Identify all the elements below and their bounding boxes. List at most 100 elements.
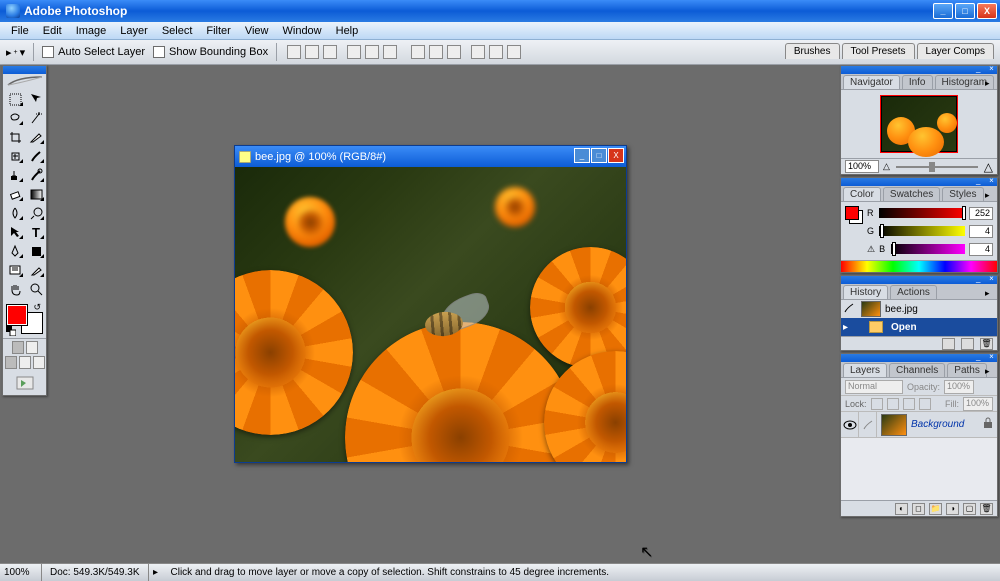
blend-mode-select[interactable]: Normal — [845, 380, 903, 394]
align-left-icon[interactable] — [347, 45, 361, 59]
window-minimize-button[interactable]: _ — [933, 3, 953, 19]
status-zoom-input[interactable]: 100% — [0, 564, 42, 581]
menu-select[interactable]: Select — [155, 25, 200, 37]
move-tool-preset-icon[interactable]: ▸+▾ — [6, 46, 25, 59]
distribute-bottom-icon[interactable] — [447, 45, 461, 59]
panel-close-icon[interactable]: × — [987, 276, 996, 283]
align-right-icon[interactable] — [383, 45, 397, 59]
tab-channels[interactable]: Channels — [889, 363, 945, 377]
panel-close-icon[interactable]: × — [987, 66, 996, 73]
auto-select-checkbox[interactable]: Auto Select Layer — [42, 46, 145, 58]
visibility-toggle[interactable] — [841, 412, 859, 438]
lock-transparency-icon[interactable] — [871, 398, 883, 410]
color-panel-swatch[interactable] — [845, 206, 863, 224]
panel-menu-icon[interactable] — [985, 365, 995, 375]
crop-tool[interactable] — [5, 128, 25, 146]
history-brush-source-icon[interactable] — [843, 302, 857, 317]
distribute-top-icon[interactable] — [411, 45, 425, 59]
toolbox-grip[interactable] — [3, 66, 46, 74]
slice-tool[interactable] — [26, 128, 46, 146]
red-slider[interactable] — [879, 208, 965, 218]
healing-tool[interactable] — [5, 147, 25, 165]
status-menu-icon[interactable]: ▸ — [149, 567, 163, 578]
blue-input[interactable]: 4 — [969, 243, 993, 256]
menu-image[interactable]: Image — [69, 25, 114, 37]
panel-close-icon[interactable]: × — [987, 178, 996, 185]
new-snapshot-icon[interactable] — [961, 338, 974, 350]
blur-tool[interactable] — [5, 204, 25, 222]
adjustment-layer-icon[interactable]: ◑ — [946, 503, 959, 515]
tab-swatches[interactable]: Swatches — [883, 187, 940, 201]
menu-window[interactable]: Window — [276, 25, 329, 37]
dock-tab-tool-presets[interactable]: Tool Presets — [842, 43, 915, 59]
marquee-tool[interactable] — [5, 90, 25, 108]
panel-grip[interactable]: _× — [841, 66, 997, 74]
dock-tab-brushes[interactable]: Brushes — [785, 43, 840, 59]
tab-actions[interactable]: Actions — [890, 285, 937, 299]
tab-info[interactable]: Info — [902, 75, 933, 89]
blue-slider[interactable] — [891, 244, 965, 254]
standard-screen-button[interactable] — [5, 356, 17, 369]
tab-navigator[interactable]: Navigator — [843, 75, 900, 89]
navigator-thumbnail[interactable] — [881, 96, 957, 152]
path-select-tool[interactable] — [5, 223, 25, 241]
color-swatches[interactable]: ↺ — [4, 302, 45, 336]
quickmask-mode-button[interactable] — [26, 341, 38, 354]
doc-minimize-button[interactable]: _ — [574, 148, 590, 163]
show-bbox-checkbox[interactable]: Show Bounding Box — [153, 46, 268, 58]
menu-edit[interactable]: Edit — [36, 25, 69, 37]
new-set-icon[interactable]: 📁 — [929, 503, 942, 515]
red-input[interactable]: 252 — [969, 207, 993, 220]
align-vcenter-icon[interactable] — [305, 45, 319, 59]
imageready-button[interactable] — [3, 371, 46, 395]
panel-minimize-icon[interactable]: _ — [976, 66, 985, 73]
delete-layer-icon[interactable]: 🗑 — [980, 503, 993, 515]
menu-file[interactable]: File — [4, 25, 36, 37]
panel-minimize-icon[interactable]: _ — [976, 178, 985, 185]
history-brush-tool[interactable] — [26, 166, 46, 184]
pen-tool[interactable] — [5, 242, 25, 260]
distribute-left-icon[interactable] — [471, 45, 485, 59]
dock-tab-layer-comps[interactable]: Layer Comps — [917, 43, 994, 59]
lock-position-icon[interactable] — [903, 398, 915, 410]
menu-help[interactable]: Help — [329, 25, 366, 37]
panel-grip[interactable]: _× — [841, 276, 997, 284]
panel-menu-icon[interactable] — [985, 287, 995, 297]
gradient-tool[interactable] — [26, 185, 46, 203]
wand-tool[interactable] — [26, 109, 46, 127]
new-layer-icon[interactable]: ▢ — [963, 503, 976, 515]
eyedropper-tool[interactable] — [26, 261, 46, 279]
fullscreen-button[interactable] — [33, 356, 45, 369]
eraser-tool[interactable] — [5, 185, 25, 203]
align-top-icon[interactable] — [287, 45, 301, 59]
align-bottom-icon[interactable] — [323, 45, 337, 59]
opacity-input[interactable]: 100% — [944, 380, 974, 394]
document-titlebar[interactable]: bee.jpg @ 100% (RGB/8#) _ □ X — [235, 146, 626, 167]
dodge-tool[interactable] — [26, 204, 46, 222]
layer-thumbnail[interactable] — [881, 414, 907, 436]
green-input[interactable]: 4 — [969, 225, 993, 238]
link-toggle[interactable] — [859, 412, 877, 438]
panel-minimize-icon[interactable]: _ — [976, 276, 985, 283]
distribute-vcenter-icon[interactable] — [429, 45, 443, 59]
color-spectrum[interactable] — [841, 260, 997, 272]
green-slider[interactable] — [879, 226, 965, 236]
notes-tool[interactable] — [5, 261, 25, 279]
tab-layers[interactable]: Layers — [843, 363, 887, 377]
panel-grip[interactable]: _× — [841, 178, 997, 186]
panel-menu-icon[interactable] — [985, 189, 995, 199]
brush-tool[interactable] — [26, 147, 46, 165]
window-close-button[interactable]: X — [977, 3, 997, 19]
standard-mode-button[interactable] — [12, 341, 24, 354]
panel-close-icon[interactable]: × — [987, 354, 996, 361]
move-tool[interactable] — [26, 90, 46, 108]
distribute-right-icon[interactable] — [507, 45, 521, 59]
distribute-hcenter-icon[interactable] — [489, 45, 503, 59]
menu-layer[interactable]: Layer — [113, 25, 155, 37]
tab-color[interactable]: Color — [843, 187, 881, 201]
history-step-open[interactable]: ▸ Open — [841, 318, 997, 336]
zoom-tool[interactable] — [26, 280, 46, 298]
tab-paths[interactable]: Paths — [947, 363, 987, 377]
tab-history[interactable]: History — [843, 285, 888, 299]
layer-name[interactable]: Background — [911, 419, 964, 430]
